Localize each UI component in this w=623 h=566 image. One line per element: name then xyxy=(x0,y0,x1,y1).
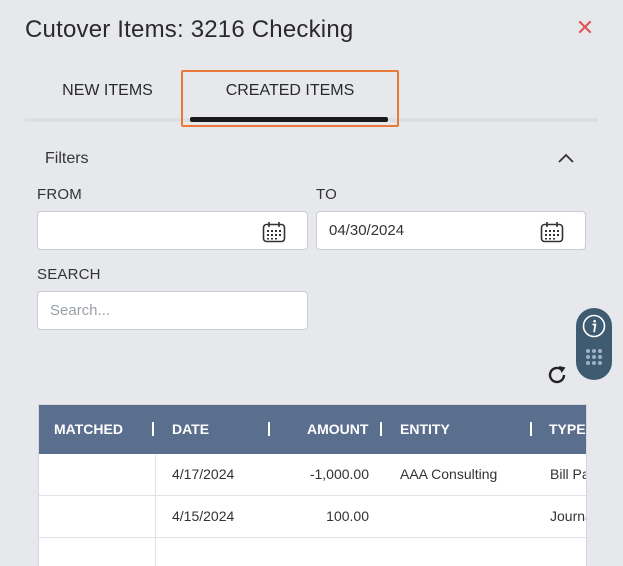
refresh-icon[interactable] xyxy=(546,364,568,386)
cell-type: Journa xyxy=(550,508,586,524)
column-header-amount[interactable]: AMOUNT xyxy=(307,405,368,454)
created-items-table: MATCHED DATE AMOUNT ENTITY TYPE 4/17/202… xyxy=(38,404,587,566)
calendar-icon[interactable] xyxy=(540,221,564,243)
grid-dots-icon[interactable] xyxy=(585,348,603,366)
column-header-date[interactable]: DATE xyxy=(172,405,209,454)
side-help-widget xyxy=(576,308,612,380)
column-separator[interactable] xyxy=(530,422,532,436)
to-date-field[interactable] xyxy=(316,211,586,250)
cell-entity: AAA Consulting xyxy=(400,466,498,482)
table-row[interactable]: 4/17/2024 -1,000.00 AAA Consulting Bill … xyxy=(39,454,586,496)
cell-date: 4/15/2024 xyxy=(172,508,235,524)
close-icon[interactable]: ✕ xyxy=(574,17,596,39)
cell-type: Bill Pa xyxy=(550,466,586,482)
chevron-up-icon[interactable] xyxy=(556,150,576,166)
column-header-type[interactable]: TYPE xyxy=(549,405,586,454)
tab-active-indicator xyxy=(190,117,388,122)
cell-amount: -1,000.00 xyxy=(309,466,369,482)
from-label: FROM xyxy=(37,186,82,203)
tab-new-items[interactable]: NEW ITEMS xyxy=(50,68,165,118)
table-row[interactable]: 4/15/2024 100.00 Journa xyxy=(39,496,586,538)
cell-matched xyxy=(54,454,149,495)
column-separator[interactable] xyxy=(268,422,270,436)
info-icon[interactable] xyxy=(582,314,606,338)
cutover-items-dialog: Cutover Items: 3216 Checking ✕ NEW ITEMS… xyxy=(0,0,623,566)
column-separator[interactable] xyxy=(380,422,382,436)
calendar-icon[interactable] xyxy=(262,221,286,243)
dialog-title: Cutover Items: 3216 Checking xyxy=(25,16,354,43)
tab-created-items[interactable]: CREATED ITEMS xyxy=(190,68,390,118)
column-separator[interactable] xyxy=(152,422,154,436)
column-header-matched[interactable]: MATCHED xyxy=(54,405,123,454)
column-header-entity[interactable]: ENTITY xyxy=(400,405,450,454)
filters-heading: Filters xyxy=(45,150,89,167)
search-input[interactable] xyxy=(38,292,307,329)
cell-amount: 100.00 xyxy=(326,508,369,524)
cell-matched xyxy=(54,496,149,537)
table-header: MATCHED DATE AMOUNT ENTITY TYPE xyxy=(39,405,586,454)
cell-date: 4/17/2024 xyxy=(172,466,235,482)
tab-bar: NEW ITEMS CREATED ITEMS xyxy=(25,68,598,124)
to-label: TO xyxy=(316,186,337,203)
cell-entity xyxy=(400,496,525,537)
from-date-field[interactable] xyxy=(37,211,308,250)
search-label: SEARCH xyxy=(37,266,101,283)
search-field[interactable] xyxy=(37,291,308,330)
